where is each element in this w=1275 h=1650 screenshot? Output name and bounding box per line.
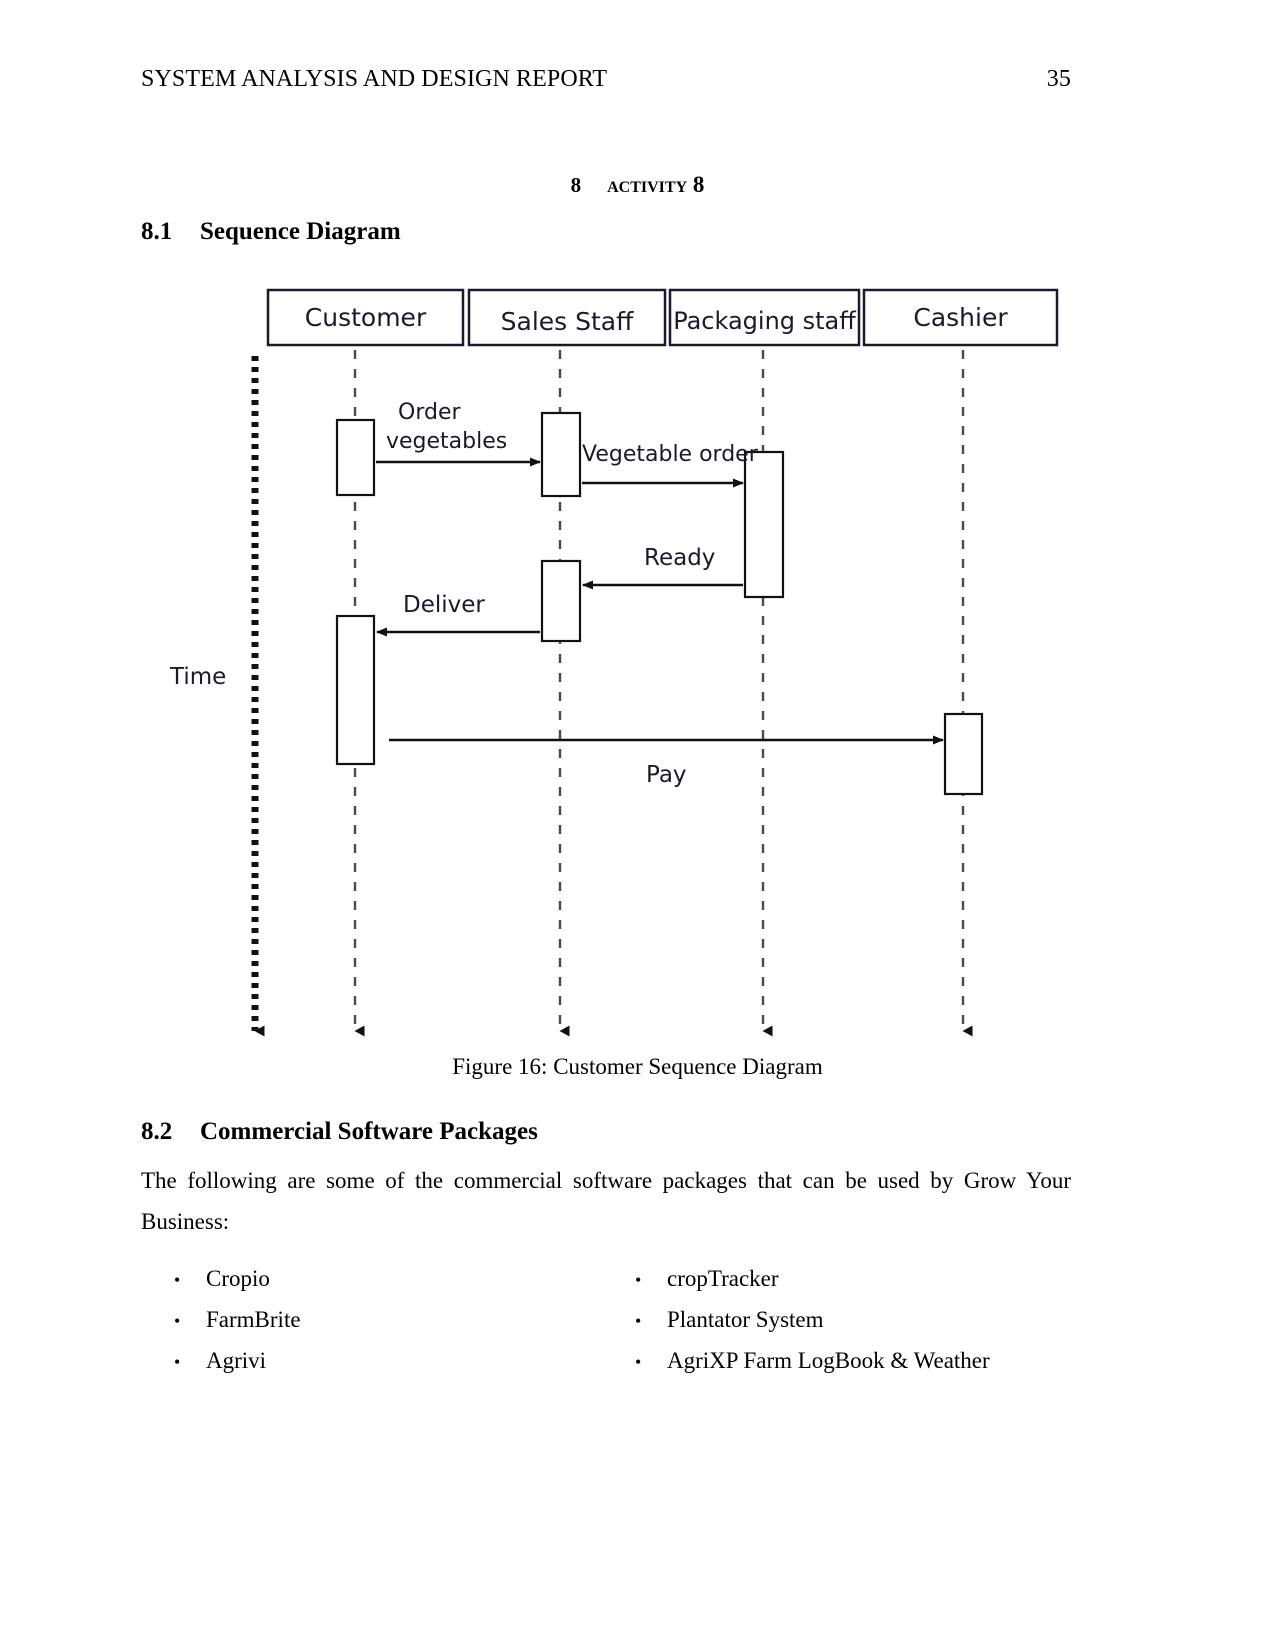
message-label-order-vegetables-line2: vegetables bbox=[386, 429, 507, 454]
section-heading-sequence-diagram: 8.1 Sequence Diagram bbox=[141, 218, 401, 246]
time-axis: Time bbox=[169, 356, 265, 1037]
chapter-title: 8 Activity 8 bbox=[0, 172, 1275, 198]
lifeline-label-cashier: Cashier bbox=[913, 303, 1008, 332]
list-item-label: Cropio bbox=[206, 1266, 270, 1291]
message-deliver: Deliver bbox=[376, 592, 540, 637]
section-number-8-1: 8.1 bbox=[141, 218, 173, 245]
lifeline-label-packaging-staff: Packaging staff bbox=[673, 307, 856, 335]
figure-caption: Figure 16: Customer Sequence Diagram bbox=[452, 1054, 823, 1079]
lifeline-label-customer: Customer bbox=[305, 303, 427, 332]
list-item-label: cropTracker bbox=[667, 1266, 779, 1291]
list-item-label: AgriXP Farm LogBook & Weather bbox=[667, 1348, 990, 1373]
chapter-number: 8 bbox=[570, 173, 582, 197]
software-packages-columns: • Cropio • FarmBrite • Agrivi • cropTrac… bbox=[141, 1258, 1071, 1381]
lifeline-header-customer: Customer bbox=[266, 288, 465, 347]
message-pay: Pay bbox=[389, 735, 944, 788]
software-packages-left-column: • Cropio • FarmBrite • Agrivi bbox=[141, 1258, 606, 1381]
bullet-icon: • bbox=[174, 1270, 181, 1290]
sequence-diagram-svg: Time Customer Sales Staff Packaging staf… bbox=[169, 288, 1059, 1037]
time-axis-label: Time bbox=[169, 664, 226, 690]
activation-bar-customer-1 bbox=[335, 418, 376, 497]
activation-bar-sales-staff-1 bbox=[540, 411, 582, 498]
bullet-icon: • bbox=[635, 1270, 642, 1290]
intro-paragraph: The following are some of the commercial… bbox=[141, 1168, 1071, 1234]
lifeline-label-sales-staff: Sales Staff bbox=[501, 307, 634, 336]
section-title-8-2: Commercial Software Packages bbox=[200, 1118, 538, 1145]
list-item: • Agrivi bbox=[174, 1340, 606, 1381]
message-label-order-vegetables-line1: Order bbox=[398, 400, 461, 425]
activation-bar-customer-2 bbox=[335, 614, 376, 766]
message-label-deliver: Deliver bbox=[403, 592, 485, 618]
bullet-icon: • bbox=[174, 1352, 181, 1372]
document-page: SYSTEM ANALYSIS AND DESIGN REPORT 35 8 Ac… bbox=[0, 0, 1275, 1650]
message-label-vegetable-order: Vegetable order bbox=[582, 442, 759, 467]
message-ready: Ready bbox=[582, 545, 743, 590]
bullet-icon: • bbox=[635, 1311, 642, 1331]
section-heading-commercial-software: 8.2 Commercial Software Packages bbox=[141, 1118, 538, 1146]
header-title: SYSTEM ANALYSIS AND DESIGN REPORT bbox=[141, 66, 608, 92]
header-page-number: 35 bbox=[1046, 66, 1071, 92]
running-header: SYSTEM ANALYSIS AND DESIGN REPORT 35 bbox=[141, 66, 1071, 93]
chapter-name: Activity 8 bbox=[607, 172, 705, 197]
section-number-8-2: 8.2 bbox=[141, 1118, 173, 1145]
lifeline-header-packaging-staff: Packaging staff bbox=[668, 288, 861, 347]
activation-bar-cashier-1 bbox=[943, 712, 984, 796]
list-item: • cropTracker bbox=[635, 1258, 1071, 1299]
section-title-8-1: Sequence Diagram bbox=[200, 218, 401, 245]
message-order-vegetables: Order vegetables bbox=[376, 400, 541, 467]
message-label-ready: Ready bbox=[644, 545, 715, 571]
lifeline-header-cashier: Cashier bbox=[862, 288, 1059, 347]
list-item-label: Plantator System bbox=[667, 1307, 824, 1332]
bullet-icon: • bbox=[174, 1311, 181, 1331]
activation-bar-sales-staff-2 bbox=[540, 559, 582, 643]
message-label-pay: Pay bbox=[646, 762, 687, 788]
list-item: • AgriXP Farm LogBook & Weather bbox=[635, 1340, 1071, 1381]
activation-bar-packaging-staff-1 bbox=[743, 450, 785, 599]
message-vegetable-order: Vegetable order bbox=[582, 442, 759, 488]
bullet-icon: • bbox=[635, 1352, 642, 1372]
list-item-label: Agrivi bbox=[206, 1348, 267, 1373]
list-item-label: FarmBrite bbox=[206, 1307, 301, 1332]
list-item: • Plantator System bbox=[635, 1299, 1071, 1340]
sequence-diagram-figure: Time Customer Sales Staff Packaging staf… bbox=[141, 256, 1131, 1046]
list-item: • Cropio bbox=[174, 1258, 606, 1299]
list-item: • FarmBrite bbox=[174, 1299, 606, 1340]
lifeline-header-sales-staff: Sales Staff bbox=[467, 288, 667, 347]
software-packages-right-column: • cropTracker • Plantator System • AgriX… bbox=[606, 1258, 1071, 1381]
